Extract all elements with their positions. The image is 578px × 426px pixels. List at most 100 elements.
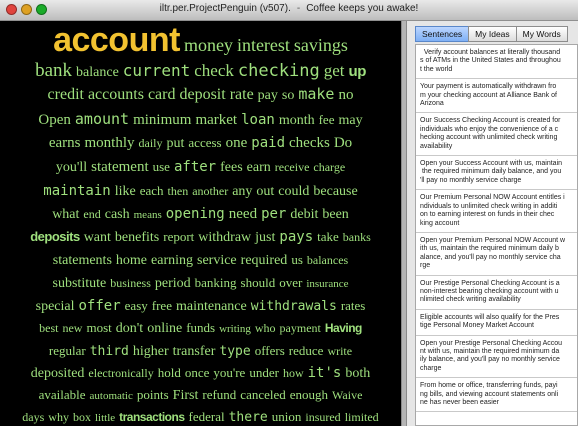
cloud-word[interactable]: checks [289, 136, 330, 151]
cloud-word[interactable]: maintenance [176, 300, 247, 314]
cloud-word[interactable]: access [188, 136, 221, 149]
cloud-word[interactable]: limited [345, 411, 379, 423]
title-bar[interactable]: iltr.per.ProjectPenguin (v507). - Coffee k… [0, 0, 578, 21]
cloud-word[interactable]: accounts [88, 87, 144, 103]
cloud-word[interactable]: check [194, 62, 234, 79]
cloud-word[interactable]: Waive [332, 389, 362, 401]
sentence-item[interactable]: Eligible accounts will also qualify for … [416, 310, 577, 336]
cloud-word[interactable]: another [192, 185, 228, 197]
cloud-word[interactable]: end [83, 208, 100, 220]
cloud-word[interactable]: insured [305, 411, 340, 423]
cloud-word[interactable]: banking [195, 276, 237, 289]
cloud-word[interactable]: card [148, 87, 176, 103]
cloud-word[interactable]: just [255, 231, 275, 245]
cloud-word[interactable]: credit [48, 87, 84, 103]
cloud-word[interactable]: once [185, 366, 210, 379]
cloud-word[interactable]: little [95, 413, 115, 424]
cloud-word[interactable]: enough [290, 388, 328, 401]
cloud-word[interactable]: you're [213, 366, 245, 379]
cloud-word[interactable]: any [232, 185, 252, 199]
cloud-word[interactable]: then [168, 185, 189, 197]
cloud-word[interactable]: there [229, 411, 268, 424]
cloud-word[interactable]: deposits [30, 230, 80, 243]
cloud-word[interactable]: rate [230, 87, 254, 103]
cloud-word[interactable]: write [327, 345, 352, 357]
cloud-word[interactable]: available [39, 388, 86, 401]
cloud-word[interactable]: statement [91, 160, 148, 175]
cloud-word[interactable]: why [48, 411, 69, 423]
cloud-word[interactable]: who [255, 322, 276, 334]
cloud-word[interactable]: box [73, 411, 91, 423]
cloud-word[interactable]: points [137, 388, 169, 401]
cloud-word[interactable]: insurance [306, 279, 348, 290]
cloud-word[interactable]: offer [79, 299, 121, 313]
cloud-word[interactable]: best [39, 322, 58, 334]
cloud-word[interactable]: means [134, 210, 162, 221]
cloud-word[interactable]: most [86, 321, 111, 334]
sentence-item[interactable]: Verify account balances at literally tho… [416, 45, 577, 80]
cloud-word[interactable]: use [153, 160, 170, 173]
sentence-item[interactable]: Our Success Checking Account is created … [416, 113, 577, 157]
cloud-word[interactable]: earns [49, 136, 81, 151]
cloud-word[interactable]: withdrawals [251, 300, 337, 313]
cloud-word[interactable]: third [90, 345, 129, 358]
cloud-word[interactable]: rates [341, 299, 366, 312]
cloud-word[interactable]: fee [319, 113, 335, 126]
cloud-word[interactable]: under [249, 366, 279, 379]
cloud-word[interactable]: deposit [179, 87, 225, 103]
sentence-item[interactable]: Your payment is automatically withdrawn … [416, 79, 577, 114]
cloud-word[interactable]: need [229, 207, 257, 222]
cloud-word[interactable]: us [291, 253, 303, 266]
cloud-word[interactable]: offers [255, 344, 285, 357]
cloud-word[interactable]: special [36, 300, 75, 314]
cloud-word[interactable]: writing [219, 324, 251, 335]
cloud-word[interactable]: so [282, 89, 294, 103]
cloud-word[interactable]: banks [343, 231, 371, 243]
cloud-word[interactable]: bank [35, 61, 72, 80]
cloud-word[interactable]: up [349, 64, 367, 79]
cloud-word[interactable]: automatic [90, 391, 133, 402]
cloud-word[interactable]: minimum [133, 113, 191, 128]
cloud-word[interactable]: it's [308, 366, 342, 380]
sentence-item[interactable]: Open your Success Account with us, maint… [416, 156, 577, 191]
cloud-word[interactable]: maintain [43, 184, 110, 198]
cloud-word[interactable]: First [173, 389, 199, 403]
sentence-item[interactable]: Our Prestige Personal Checking Account i… [416, 276, 577, 310]
cloud-word[interactable]: business [110, 277, 151, 289]
cloud-word[interactable]: account [53, 23, 180, 57]
cloud-word[interactable]: opening [166, 207, 225, 221]
cloud-word[interactable]: federal [189, 410, 225, 423]
cloud-word[interactable]: could [278, 185, 309, 199]
cloud-word[interactable]: after [174, 160, 216, 174]
cloud-word[interactable]: days [22, 411, 44, 423]
cloud-word[interactable]: easy [125, 299, 148, 312]
cloud-word[interactable]: over [279, 276, 302, 289]
cloud-word[interactable]: month [279, 114, 315, 128]
cloud-word[interactable]: paid [251, 136, 285, 150]
cloud-word[interactable]: Do [334, 136, 352, 151]
cloud-word[interactable]: monthly [85, 136, 135, 151]
cloud-word[interactable]: funds [186, 321, 215, 334]
cloud-word[interactable]: home [116, 254, 147, 268]
cloud-word[interactable]: make [298, 87, 334, 102]
sentence-list[interactable]: Verify account balances at literally tho… [415, 44, 578, 426]
cloud-word[interactable]: benefits [115, 231, 159, 245]
cloud-word[interactable]: pay [258, 89, 278, 103]
cloud-word[interactable]: should [241, 276, 276, 289]
cloud-word[interactable]: Having [325, 322, 363, 334]
cloud-word[interactable]: required [241, 254, 288, 268]
cloud-word[interactable]: refund [202, 388, 236, 401]
cloud-word[interactable]: online [147, 322, 182, 336]
tab-sentences[interactable]: Sentences [415, 26, 470, 42]
cloud-word[interactable]: hold [158, 366, 181, 379]
cloud-word[interactable]: want [84, 231, 111, 245]
sentence-item[interactable]: From home or office, transferring funds,… [416, 378, 577, 413]
cloud-word[interactable]: new [62, 322, 82, 334]
cloud-word[interactable]: regular [49, 344, 86, 357]
cloud-word[interactable]: free [152, 299, 172, 312]
cloud-word[interactable]: what [52, 208, 79, 222]
cloud-word[interactable]: balance [76, 66, 119, 80]
cloud-word[interactable]: pays [279, 230, 313, 244]
cloud-word[interactable]: money [184, 36, 233, 54]
cloud-word[interactable]: receive [275, 161, 310, 173]
